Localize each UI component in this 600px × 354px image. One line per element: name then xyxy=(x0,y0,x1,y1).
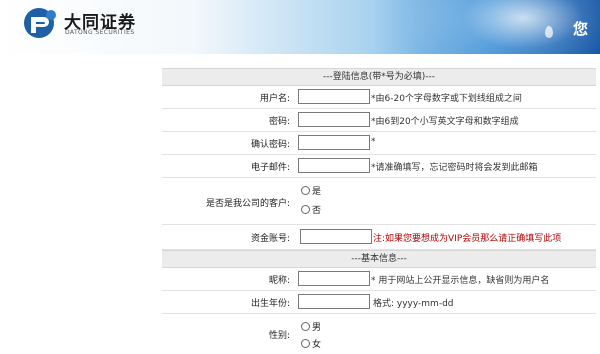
is-client-yes-radio[interactable]: 是 xyxy=(301,184,321,197)
fund-account-note: 注:如果您要想成为VIP会员那么请正确填写此项 xyxy=(373,234,562,244)
is-client-no-radio[interactable]: 否 xyxy=(301,203,321,216)
username-input[interactable] xyxy=(298,89,370,104)
basic-section-title: ---基本信息--- xyxy=(162,250,596,268)
password-label: 密码: xyxy=(268,117,290,127)
password-input[interactable] xyxy=(298,112,370,127)
birth-format-hint: 格式: yyyy-mm-dd xyxy=(373,299,454,309)
radio-circle-icon[interactable] xyxy=(301,339,310,348)
confirm-password-input[interactable] xyxy=(298,135,370,150)
gender-row: 性别: 男 女 xyxy=(162,314,596,354)
gender-female-label: 女 xyxy=(312,340,322,350)
datong-logo-icon xyxy=(24,8,56,38)
nickname-row: 昵称: * 用于网站上公开显示信息，缺省则为用户名 xyxy=(162,268,596,291)
water-drop-image xyxy=(545,26,553,38)
confirm-password-row: 确认密码: * xyxy=(162,132,596,155)
login-section-title: ---登陆信息(带*号为必填)--- xyxy=(162,68,596,86)
username-hint: *由6-20个字母数字或下划线组成之间 xyxy=(371,94,522,104)
radio-circle-icon[interactable] xyxy=(301,205,310,214)
birth-label: 出生年份: xyxy=(250,299,290,309)
nickname-input[interactable] xyxy=(298,271,370,286)
water-splash-image xyxy=(380,0,600,54)
password-hint: *由6到20个小写英文字母和数字组成 xyxy=(371,117,519,127)
is-client-no-label: 否 xyxy=(312,206,322,216)
gender-label: 性别: xyxy=(268,331,290,341)
confirm-password-hint: * xyxy=(371,137,376,147)
fund-account-label: 资金账号: xyxy=(250,234,290,244)
password-row: 密码: *由6到20个小写英文字母和数字组成 xyxy=(162,109,596,132)
radio-circle-icon[interactable] xyxy=(301,322,310,331)
radio-circle-icon[interactable] xyxy=(301,186,310,195)
email-label: 电子邮件: xyxy=(250,163,290,173)
username-row: 用户名: *由6-20个字母数字或下划线组成之间 xyxy=(162,86,596,109)
gender-female-radio[interactable]: 女 xyxy=(301,337,321,350)
fund-account-input[interactable] xyxy=(300,229,372,244)
gender-male-label: 男 xyxy=(312,323,322,333)
fund-account-row: 资金账号: 注:如果您要想成为VIP会员那么请正确填写此项 xyxy=(162,225,596,250)
brand-english-name: DATONG SECURITIES xyxy=(65,29,135,36)
registration-form: ---登陆信息(带*号为必填)--- 用户名: *由6-20个字母数字或下划线组… xyxy=(162,68,596,354)
confirm-password-label: 确认密码: xyxy=(250,140,290,150)
gender-male-radio[interactable]: 男 xyxy=(301,320,321,333)
nickname-label: 昵称: xyxy=(268,276,290,286)
email-hint: *请准确填写，忘记密码时将会发到此邮箱 xyxy=(371,163,538,173)
site-header: 大同证券 DATONG SECURITIES 您 具 xyxy=(0,0,600,54)
is-client-yes-label: 是 xyxy=(312,187,322,197)
is-client-label: 是否是我公司的客户: xyxy=(205,199,290,209)
nickname-hint: * 用于网站上公开显示信息，缺省则为用户名 xyxy=(371,276,550,286)
birth-row: 出生年份: 格式: yyyy-mm-dd xyxy=(162,291,596,314)
username-label: 用户名: xyxy=(259,94,290,104)
email-row: 电子邮件: *请准确填写，忘记密码时将会发到此邮箱 xyxy=(162,155,596,178)
birth-input[interactable] xyxy=(298,294,370,309)
email-input[interactable] xyxy=(298,158,370,173)
header-banner-text: 您 具 xyxy=(573,20,600,38)
is-client-row: 是否是我公司的客户: 是 否 xyxy=(162,178,596,225)
